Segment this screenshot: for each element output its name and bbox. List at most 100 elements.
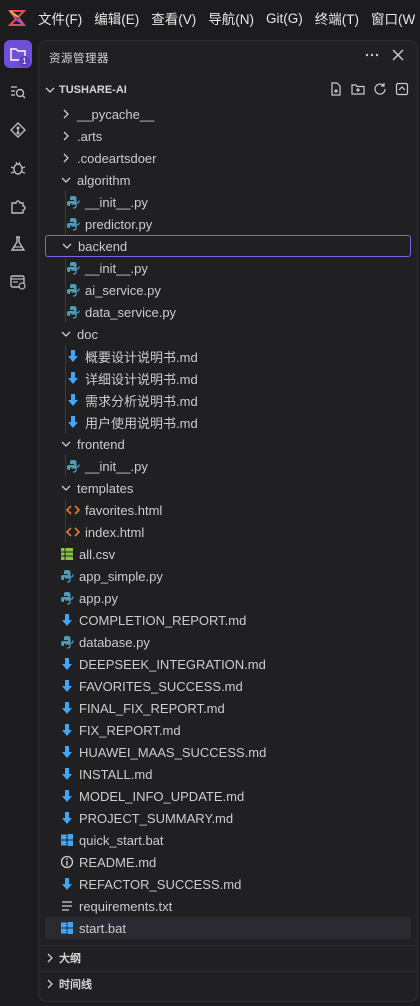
- indent-guide: [65, 455, 66, 477]
- tree-file[interactable]: README.md: [45, 851, 411, 873]
- tree-item-label: INSTALL.md: [79, 766, 153, 782]
- indent-guide: [65, 345, 66, 433]
- tree-file[interactable]: predictor.py: [45, 213, 411, 235]
- more-actions-icon[interactable]: [365, 48, 379, 65]
- menu-window[interactable]: 窗口(W: [371, 8, 415, 28]
- tree-item-label: start.bat: [79, 920, 126, 936]
- new-file-icon[interactable]: [329, 82, 343, 99]
- extensions-icon[interactable]: [4, 192, 32, 220]
- tree-item-label: app.py: [79, 590, 119, 606]
- tree-item-label: 概要设计说明书.md: [85, 349, 198, 365]
- tree-file[interactable]: DEEPSEEK_INTEGRATION.md: [45, 653, 411, 675]
- tree-item-label: requirements.txt: [79, 898, 173, 914]
- tree-file[interactable]: FAVORITES_SUCCESS.md: [45, 675, 411, 697]
- python-file-icon: [65, 216, 81, 232]
- project-header[interactable]: TUSHARE-AI: [39, 79, 417, 101]
- windows-file-icon: [59, 832, 75, 848]
- tree-file[interactable]: index.html: [45, 521, 411, 543]
- tree-file[interactable]: FIX_REPORT.md: [45, 719, 411, 741]
- tree-file[interactable]: 用户使用说明书.md: [45, 411, 411, 433]
- refresh-icon[interactable]: [373, 82, 387, 99]
- markdown-file-icon: [59, 788, 75, 804]
- tree-folder[interactable]: __pycache__: [45, 103, 411, 125]
- tree-file[interactable]: __init__.py: [45, 455, 411, 477]
- tree-item-label: DEEPSEEK_INTEGRATION.md: [79, 656, 266, 672]
- outline-section[interactable]: 大纲: [39, 945, 417, 970]
- tree-file[interactable]: __init__.py: [45, 191, 411, 213]
- debug-icon[interactable]: [4, 154, 32, 182]
- markdown-file-icon: [59, 744, 75, 760]
- tree-file[interactable]: MODEL_INFO_UPDATE.md: [45, 785, 411, 807]
- tree-file[interactable]: quick_start.bat: [45, 829, 411, 851]
- tree-file[interactable]: 详细设计说明书.md: [45, 367, 411, 389]
- flask-icon[interactable]: [4, 230, 32, 258]
- outline-label: 大纲: [59, 953, 81, 965]
- markdown-file-icon: [65, 348, 81, 364]
- tree-file[interactable]: favorites.html: [45, 499, 411, 521]
- tree-file[interactable]: app_simple.py: [45, 565, 411, 587]
- menu-view[interactable]: 查看(V): [151, 8, 196, 28]
- tree-item-label: ai_service.py: [85, 282, 161, 298]
- tree-file[interactable]: requirements.txt: [45, 895, 411, 917]
- menu-git[interactable]: Git(G): [266, 11, 303, 26]
- chevron-down-icon: [59, 439, 73, 449]
- menu-file[interactable]: 文件(F): [38, 8, 82, 28]
- explorer-title: 资源管理器: [49, 53, 109, 65]
- tree-file[interactable]: 需求分析说明书.md: [45, 389, 411, 411]
- chevron-right-icon: [59, 109, 73, 119]
- tree-folder[interactable]: frontend: [45, 433, 411, 455]
- tree-item-label: predictor.py: [85, 216, 153, 232]
- timeline-label: 时间线: [59, 979, 92, 991]
- tree-item-label: FINAL_FIX_REPORT.md: [79, 700, 225, 716]
- tree-folder[interactable]: doc: [45, 323, 411, 345]
- csv-file-icon: [59, 546, 75, 562]
- collapse-all-icon[interactable]: [395, 82, 409, 99]
- tree-folder[interactable]: .arts: [45, 125, 411, 147]
- tree-item-label: PROJECT_SUMMARY.md: [79, 810, 234, 826]
- tree-item-label: index.html: [85, 524, 145, 540]
- activity-bar: 1: [0, 36, 36, 1006]
- markdown-file-icon: [59, 700, 75, 716]
- tree-file[interactable]: COMPLETION_REPORT.md: [45, 609, 411, 631]
- tree-folder[interactable]: algorithm: [45, 169, 411, 191]
- tree-folder[interactable]: .codeartsdoer: [45, 147, 411, 169]
- tree-file[interactable]: database.py: [45, 631, 411, 653]
- remote-explorer-icon[interactable]: [4, 268, 32, 296]
- menu-navigate[interactable]: 导航(N): [208, 8, 254, 28]
- tree-file[interactable]: FINAL_FIX_REPORT.md: [45, 697, 411, 719]
- tree-file[interactable]: HUAWEI_MAAS_SUCCESS.md: [45, 741, 411, 763]
- tree-item-label: 需求分析说明书.md: [85, 393, 198, 409]
- search-icon[interactable]: [4, 78, 32, 106]
- tree-file[interactable]: INSTALL.md: [45, 763, 411, 785]
- tree-file[interactable]: REFACTOR_SUCCESS.md: [45, 873, 411, 895]
- file-tree: __pycache__ .arts .codeartsdoer algorithm __…: [45, 103, 411, 939]
- chevron-right-icon: [59, 131, 73, 141]
- new-folder-icon[interactable]: [351, 82, 365, 99]
- menu-edit[interactable]: 编辑(E): [94, 8, 139, 28]
- html-file-icon: [65, 524, 81, 540]
- tree-file[interactable]: app.py: [45, 587, 411, 609]
- tree-folder[interactable]: backend: [45, 235, 411, 257]
- explorer-header: 资源管理器: [39, 41, 417, 75]
- close-icon[interactable]: [391, 48, 405, 65]
- tree-file[interactable]: __init__.py: [45, 257, 411, 279]
- tree-file[interactable]: start.bat: [45, 917, 411, 939]
- html-file-icon: [65, 502, 81, 518]
- tree-file[interactable]: PROJECT_SUMMARY.md: [45, 807, 411, 829]
- tree-file[interactable]: data_service.py: [45, 301, 411, 323]
- markdown-file-icon: [59, 722, 75, 738]
- markdown-file-icon: [65, 392, 81, 408]
- tree-file[interactable]: all.csv: [45, 543, 411, 565]
- python-file-icon: [59, 634, 75, 650]
- markdown-file-icon: [59, 876, 75, 892]
- timeline-section[interactable]: 时间线: [39, 971, 417, 996]
- python-file-icon: [65, 282, 81, 298]
- source-control-icon[interactable]: [4, 116, 32, 144]
- tree-folder[interactable]: templates: [45, 477, 411, 499]
- tree-file[interactable]: 概要设计说明书.md: [45, 345, 411, 367]
- markdown-file-icon: [59, 656, 75, 672]
- explorer-icon[interactable]: 1: [4, 40, 32, 68]
- tree-item-label: app_simple.py: [79, 568, 163, 584]
- tree-file[interactable]: ai_service.py: [45, 279, 411, 301]
- menu-terminal[interactable]: 终端(T): [315, 8, 359, 28]
